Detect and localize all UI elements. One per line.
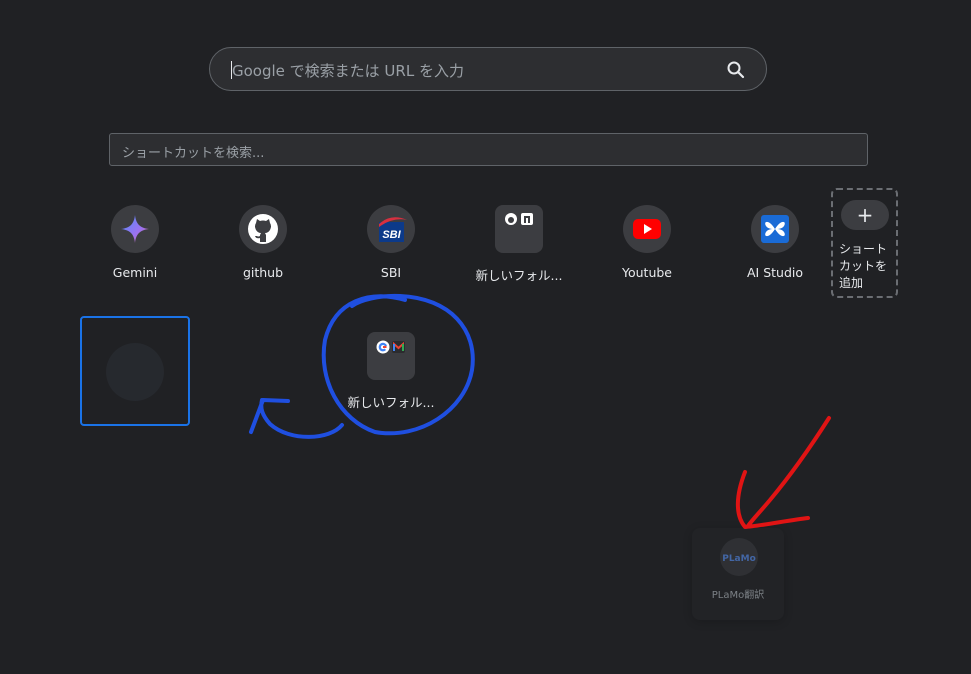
drop-placeholder-circle [106, 343, 164, 401]
dragged-folder-tile[interactable]: 新しいフォル... [341, 332, 441, 411]
folder-icon [367, 332, 415, 380]
sbi-icon: SBI [367, 205, 415, 253]
plamo-icon: PLaMo [720, 538, 758, 576]
add-shortcut-button[interactable]: + ショートカットを追加 [831, 188, 898, 298]
shortcut-github[interactable]: github [213, 205, 313, 280]
shortcut-search-placeholder: ショートカットを検索... [122, 146, 265, 161]
shortcut-label: 新しいフォル... [475, 268, 563, 283]
blue-arrow-annotation [249, 398, 344, 439]
shortcut-ai-studio[interactable]: AI Studio [725, 205, 825, 280]
shortcut-label: SBI [380, 265, 402, 280]
new-tab-page: Google で検索または URL を入力 ショートカットを検索... Gemi… [0, 0, 971, 674]
folder-icon [495, 205, 543, 253]
drop-target[interactable] [80, 316, 190, 426]
search-placeholder: Google で検索または URL を入力 [232, 62, 464, 80]
shortcut-gemini[interactable]: Gemini [85, 205, 185, 280]
search-box[interactable]: Google で検索または URL を入力 [209, 47, 767, 91]
github-icon [239, 205, 287, 253]
shortcut-label: Youtube [622, 265, 672, 280]
shortcut-label: github [242, 265, 284, 280]
plamo-drag-ghost[interactable]: PLaMo PLaMo翻訳 [692, 528, 784, 620]
add-shortcut-label: ショートカットを追加 [839, 242, 888, 290]
dragged-folder-label: 新しいフォル... [347, 395, 435, 410]
shortcut-search-input[interactable]: ショートカットを検索... [109, 133, 868, 166]
shortcut-youtube[interactable]: Youtube [597, 205, 697, 280]
gemini-icon [111, 205, 159, 253]
plamo-label: PLaMo翻訳 [711, 590, 765, 601]
ai-studio-icon [751, 205, 799, 253]
sbi-logo-text: SBI [382, 229, 401, 241]
shortcut-label: Gemini [112, 265, 158, 280]
youtube-icon [623, 205, 671, 253]
shortcut-sbi[interactable]: SBI SBI [341, 205, 441, 280]
plus-icon: + [841, 200, 889, 230]
red-arrow-annotation [735, 416, 831, 529]
plamo-logo-text: PLaMo [722, 554, 756, 564]
shortcut-label: AI Studio [746, 265, 804, 280]
search-icon[interactable] [726, 60, 746, 80]
shortcut-folder[interactable]: 新しいフォル... [469, 205, 569, 284]
